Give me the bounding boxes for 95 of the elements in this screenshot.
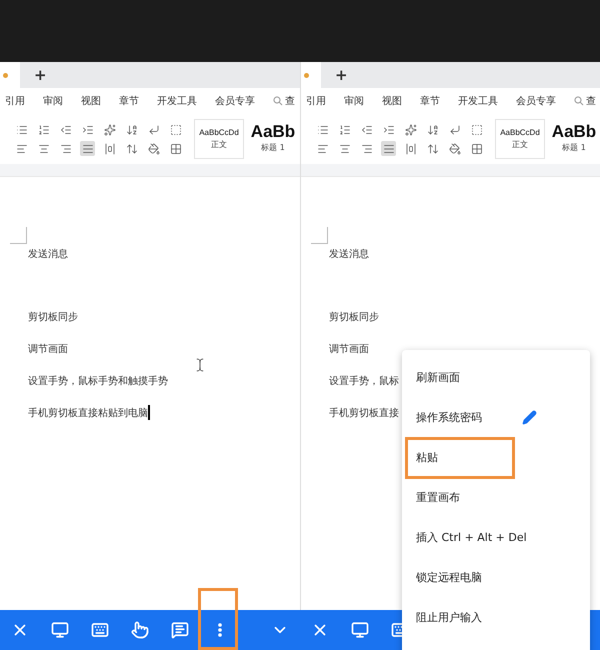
style-sample: AaBb [250,123,296,140]
borders-icon [170,142,182,154]
shading-icon [148,142,160,154]
font-icon [104,124,116,136]
format-button[interactable] [146,141,161,156]
document-line: 调节画面 [329,342,369,356]
ribbon-tab[interactable]: 审阅 [43,94,63,108]
menu-item[interactable]: 阻止用户输入 [402,597,590,637]
style-name: 正文 [211,138,227,150]
new-tab-button[interactable]: + [34,66,47,84]
document-line: 发送消息 [329,248,369,262]
unsaved-dot-icon [3,72,8,78]
align-center-icon [338,142,350,154]
format-button[interactable] [102,122,117,137]
style-sample: AaBb [552,123,596,140]
align-left-icon [16,142,28,154]
page-corner-mark [10,227,27,244]
format-button[interactable] [381,141,396,156]
ribbon-tab[interactable]: 引用 [5,94,25,108]
style-preset[interactable]: AaBbCcDd 正文 [194,119,244,159]
document-line: 手机剪切板直接 [329,406,399,420]
style-sample: AaBbCcDd [500,128,540,136]
style-name: 标题 1 [562,142,586,153]
document-line: 设置手势，鼠标手势和触摸手势 [28,374,168,388]
document-line: 设置手势，鼠标 [329,374,399,388]
marks-icon [170,124,182,136]
spacing-icon [426,142,438,154]
font-icon [404,124,416,136]
search-icon [574,96,584,106]
format-button[interactable] [168,122,183,137]
borders-icon [470,142,482,154]
ribbon-tab[interactable]: 视图 [81,94,101,108]
monitor-icon [51,621,69,639]
spacing-icon [126,142,138,154]
document-line: 调节画面 [28,342,68,356]
shading-icon [448,142,460,154]
unsaved-dot-icon [304,72,309,78]
document-line: 剪切板同步 [329,310,379,324]
ribbon-tab[interactable]: 查 [586,94,596,108]
message-icon [171,621,189,639]
ribbon-tab[interactable]: 章节 [420,94,440,108]
distribute-icon [404,142,416,154]
align-right-icon [360,142,372,154]
new-tab-button[interactable]: + [335,66,348,84]
indent-icon [382,124,394,136]
pointing-hand-icon [131,621,149,639]
style-preset[interactable]: AaBbCcDd 正文 [495,119,545,159]
ribbon-tab[interactable]: 会员专享 [516,94,556,108]
monitor-icon [351,621,369,639]
justify-icon [382,142,394,154]
document-line: 发送消息 [28,248,68,262]
return-icon [448,124,460,136]
numbers-icon [338,124,350,136]
ribbon-tab[interactable]: 会员专享 [215,94,255,108]
format-button[interactable] [403,122,418,137]
distribute-icon [104,142,116,154]
return-icon [148,124,160,136]
format-button[interactable] [469,141,484,156]
outdent-icon [60,124,72,136]
format-button[interactable] [168,141,183,156]
marks-icon [470,124,482,136]
style-sample: AaBbCcDd [199,128,239,136]
justify-icon [82,142,94,154]
ribbon-tab[interactable]: 开发工具 [458,94,498,108]
menu-item[interactable]: 刷新画面 [402,357,590,397]
menu-item[interactable]: 操作系统密码 [402,397,590,437]
document-line: 剪切板同步 [28,310,78,324]
format-button[interactable] [447,141,462,156]
format-button[interactable] [80,141,95,156]
sort-icon [126,124,138,136]
ribbon-tab[interactable]: 视图 [382,94,402,108]
indent-icon [82,124,94,136]
style-name: 正文 [512,138,528,150]
menu-item[interactable]: 粘贴 [402,437,590,477]
ribbon-tab[interactable]: 章节 [119,94,139,108]
ribbon-tab[interactable]: 审阅 [344,94,364,108]
style-name: 标题 1 [261,142,285,153]
search-icon [273,96,283,106]
ribbon-tab[interactable]: 查 [285,94,295,108]
menu-item[interactable]: 重置画布 [402,477,590,517]
align-right-icon [60,142,72,154]
keyboard-icon [91,621,109,639]
align-left-icon [316,142,328,154]
ribbon-tab[interactable]: 引用 [306,94,326,108]
document-line: 手机剪切板直接粘贴到电脑 [28,404,150,421]
ribbon-tab[interactable]: 开发工具 [157,94,197,108]
menu-item[interactable]: 插入 Ctrl + Alt + Del [402,517,590,557]
numbers-icon [38,124,50,136]
sort-icon [426,124,438,136]
more-icon [218,623,222,637]
align-center-icon [38,142,50,154]
menu-item[interactable]: 锁定远程电脑 [402,557,590,597]
outdent-icon [360,124,372,136]
page-corner-mark [311,227,328,244]
format-button[interactable] [469,122,484,137]
